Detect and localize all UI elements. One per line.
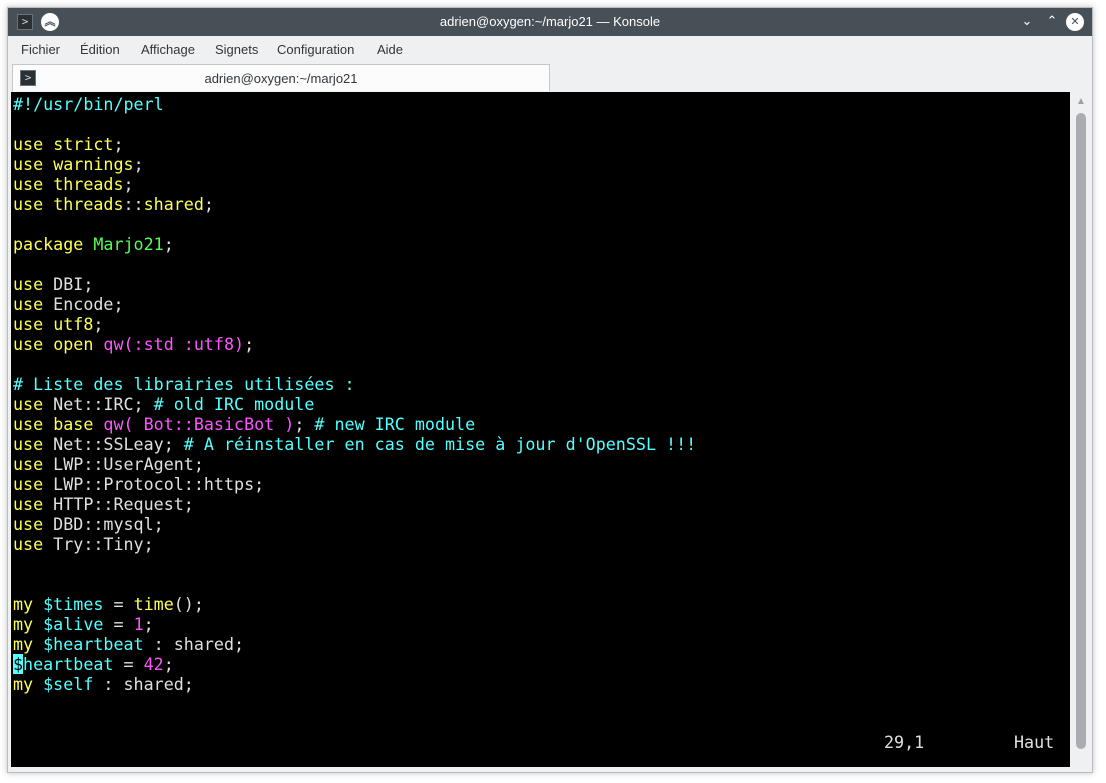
code-line: use threads; [13, 174, 134, 194]
code-line: package Marjo21; [13, 234, 174, 254]
code-line: my $times = time(); [13, 594, 204, 614]
code-line: use LWP::UserAgent; [13, 454, 204, 474]
code-line: use Try::Tiny; [13, 534, 154, 554]
title-bar[interactable]: > ︽ adrien@oxygen:~/marjo21 — Konsole ⌄ … [8, 8, 1092, 36]
code-line: #!/usr/bin/perl [13, 94, 164, 114]
code-line: use HTTP::Request; [13, 494, 194, 514]
menu-fichier[interactable]: Fichier [21, 42, 60, 57]
menu-edition[interactable]: Édition [80, 42, 120, 57]
code-line: use base qw( Bot::BasicBot ); # new IRC … [13, 414, 476, 434]
menu-aide[interactable]: Aide [377, 42, 403, 57]
minimize-button[interactable]: ⌄ [1018, 13, 1036, 31]
maximize-button[interactable]: ⌃ [1043, 13, 1061, 31]
scrollbar-thumb[interactable] [1076, 113, 1086, 749]
code-line: my $self : shared; [13, 674, 194, 694]
menu-affichage[interactable]: Affichage [141, 42, 195, 57]
code-line: use strict; [13, 134, 124, 154]
close-button[interactable]: ✕ [1066, 13, 1084, 31]
code-line: use utf8; [13, 314, 104, 334]
menu-bar: Fichier Édition Affichage Signets Config… [8, 36, 1092, 63]
code-line: use Net::IRC; # old IRC module [13, 394, 315, 414]
menu-configuration[interactable]: Configuration [277, 42, 354, 57]
code-line: my $alive = 1; [13, 614, 154, 634]
code-line: use LWP::Protocol::https; [13, 474, 265, 494]
vertical-scrollbar[interactable]: ▲ [1072, 92, 1092, 767]
cursor-position: 29,1 [884, 732, 925, 752]
tab-bar: > adrien@oxygen:~/marjo21 [8, 63, 1092, 92]
code-line: use Net::SSLeay; # A réinstaller en cas … [13, 434, 697, 454]
code-line: use open qw(:std :utf8); [13, 334, 255, 354]
code-line: use warnings; [13, 154, 144, 174]
code-line: my $heartbeat : shared; [13, 634, 245, 654]
code-line: use threads::shared; [13, 194, 214, 214]
code-line: use Encode; [13, 294, 124, 314]
terminal-view[interactable]: #!/usr/bin/perl use strict; use warnings… [11, 92, 1070, 767]
tab-label: adrien@oxygen:~/marjo21 [204, 71, 358, 86]
window-title: adrien@oxygen:~/marjo21 — Konsole [439, 14, 661, 29]
code-line: # Liste des librairies utilisées : [13, 374, 355, 394]
tab-terminal[interactable]: > adrien@oxygen:~/marjo21 [12, 64, 550, 91]
code-line: $heartbeat = 42; [13, 654, 174, 674]
scroll-up-icon[interactable]: ▲ [1076, 96, 1086, 107]
code-line: use DBI; [13, 274, 94, 294]
text-cursor: $ [13, 654, 24, 674]
menu-signets[interactable]: Signets [215, 42, 258, 57]
konsole-window: > ︽ adrien@oxygen:~/marjo21 — Konsole ⌄ … [7, 7, 1093, 773]
scroll-indicator: Haut [1014, 732, 1055, 752]
code-line: use DBD::mysql; [13, 514, 164, 534]
